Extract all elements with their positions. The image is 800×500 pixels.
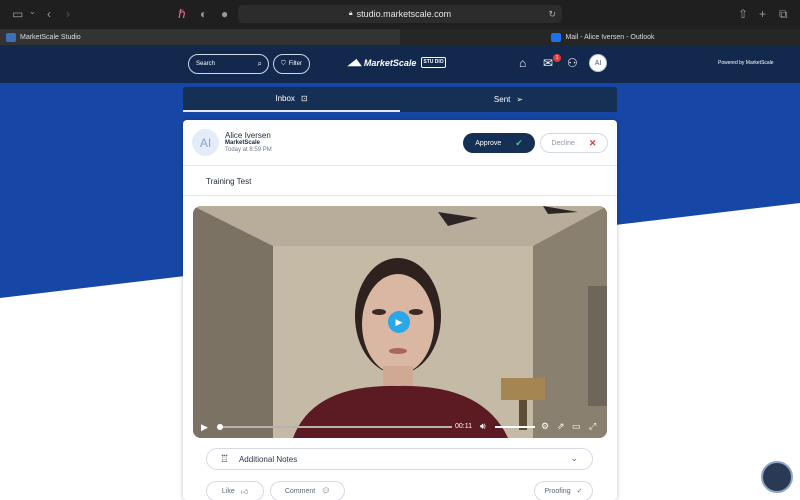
reload-icon[interactable]: ↻: [548, 9, 556, 20]
forward-icon[interactable]: ›: [66, 7, 70, 21]
tab-label: MarketScale Studio: [20, 33, 81, 41]
checkmark-icon: ✔: [515, 137, 523, 148]
url-text: studio.marketscale.com: [356, 9, 452, 19]
inbox-icon[interactable]: ✉: [543, 56, 553, 70]
additional-notes-label: Additional Notes: [238, 454, 298, 464]
tab-label: Mail - Alice Iversen - Outlook: [565, 33, 655, 41]
extension-icon[interactable]: ℏ: [178, 7, 186, 21]
filter-label: Filter: [288, 61, 302, 67]
decline-button[interactable]: Decline ✕: [540, 133, 608, 153]
proofing-label: Proofing: [544, 487, 571, 495]
webcam-bubble[interactable]: [761, 461, 793, 493]
browser-tabs: MarketScale Studio Mail - Alice Iversen …: [0, 29, 800, 45]
comment-icon: 💬︎: [321, 488, 331, 495]
lock-icon: 🔒︎: [348, 10, 353, 17]
play-overlay-button[interactable]: ▶: [388, 311, 410, 333]
progress-bar[interactable]: [217, 424, 452, 430]
user-avatar[interactable]: AI: [589, 54, 607, 72]
tab-outlook-mail[interactable]: Mail - Alice Iversen - Outlook: [400, 29, 800, 45]
chevron-down-icon[interactable]: ⌄: [570, 453, 578, 464]
back-icon[interactable]: ‹: [47, 7, 51, 21]
logo-mark-icon: ◢◣: [348, 57, 362, 67]
tab-inbox[interactable]: Inbox ⊡: [183, 87, 400, 112]
current-time: 00:11: [455, 423, 472, 430]
add-user-icon[interactable]: ⚇: [567, 56, 578, 70]
divider: [183, 195, 617, 196]
sender-name: Alice Iversen: [225, 131, 271, 140]
video-player[interactable]: ▶ ▶ 00:11 🔊︎ ⚙ ⇗ ▭ ⤢: [193, 206, 607, 438]
fullscreen-icon[interactable]: ⤢: [589, 421, 596, 432]
tab-marketscale-studio[interactable]: MarketScale Studio: [0, 29, 400, 45]
logo-text: MarketScale: [363, 57, 417, 68]
home-icon[interactable]: ⌂: [519, 56, 526, 70]
paper-plane-icon: ➢: [516, 95, 524, 104]
video-controls: ▶ 00:11 🔊︎ ⚙ ⇗ ▭ ⤢: [193, 416, 607, 438]
message-timestamp: Today at 8:59 PM: [225, 147, 272, 153]
sidebar-toggle-icon[interactable]: ▭: [12, 7, 23, 21]
tab-sent-label: Sent: [493, 95, 511, 104]
outlook-favicon-icon: [551, 32, 562, 42]
volume-slider[interactable]: [495, 426, 535, 428]
search-placeholder: Search: [196, 61, 216, 67]
decline-label: Decline: [551, 139, 575, 147]
powered-by: Powered by MarketScale: [718, 60, 774, 66]
sender-org: MarketScale: [225, 140, 261, 146]
like-button[interactable]: Like 👍︎: [206, 481, 264, 500]
search-input[interactable]: Search ⌕: [188, 54, 269, 74]
thumbs-up-icon: 👍︎: [240, 488, 249, 496]
approve-label: Approve: [475, 139, 502, 147]
play-icon[interactable]: ▶: [201, 422, 208, 433]
notes-chair-icon: ♖: [220, 453, 229, 465]
studio-badge: STU DIO: [421, 57, 446, 68]
proofing-button[interactable]: Proofing ✓: [534, 481, 593, 500]
tab-overview-icon[interactable]: ⧉: [779, 7, 788, 22]
comment-label: Comment: [284, 487, 316, 495]
sender-avatar: AI: [192, 129, 219, 156]
filter-button[interactable]: ⛉ Filter: [273, 54, 310, 74]
close-icon: ✕: [588, 137, 597, 148]
filter-icon: ⛉: [281, 60, 286, 67]
share-icon[interactable]: ⇧: [738, 7, 748, 21]
browser-toolbar: ▭ ⌄ ‹ › ℏ ◐ ● 🔒︎ studio.marketscale.com …: [0, 0, 800, 29]
address-bar[interactable]: 🔒︎ studio.marketscale.com ↻: [238, 5, 562, 23]
marketscale-logo[interactable]: ◢◣ MarketScale STU DIO: [348, 57, 446, 68]
cast-icon[interactable]: ▭: [572, 421, 581, 432]
approve-button[interactable]: Approve ✔: [463, 133, 535, 153]
tab-inbox-label: Inbox: [275, 94, 295, 103]
shield-icon[interactable]: ◐: [200, 7, 207, 21]
external-link-icon[interactable]: ⇗: [557, 421, 565, 432]
message-subject: Training Test: [206, 177, 252, 186]
tab-sent[interactable]: Sent ➢: [400, 87, 617, 112]
message-card: AI Alice Iversen MarketScale Today at 8:…: [183, 120, 617, 500]
divider: [183, 165, 617, 166]
new-tab-icon[interactable]: +: [759, 7, 766, 21]
volume-icon[interactable]: 🔊︎: [480, 421, 486, 432]
privacy-icon[interactable]: ●: [221, 7, 228, 21]
search-icon[interactable]: ⌕: [258, 59, 262, 69]
like-label: Like: [221, 487, 235, 495]
comment-button[interactable]: Comment 💬︎: [270, 481, 345, 500]
progress-handle[interactable]: [217, 424, 223, 430]
additional-notes-dropdown[interactable]: ♖ Additional Notes ⌄: [206, 448, 593, 470]
inbox-sent-tabs: Inbox ⊡ Sent ➢: [183, 87, 617, 112]
notification-badge: 1: [553, 54, 561, 62]
marketscale-favicon-icon: [6, 32, 16, 42]
settings-gear-icon[interactable]: ⚙: [541, 421, 549, 432]
chevron-down-icon[interactable]: ⌄: [29, 7, 36, 16]
inbox-tray-icon: ⊡: [300, 94, 308, 103]
check-circle-icon: ✓: [576, 488, 583, 495]
